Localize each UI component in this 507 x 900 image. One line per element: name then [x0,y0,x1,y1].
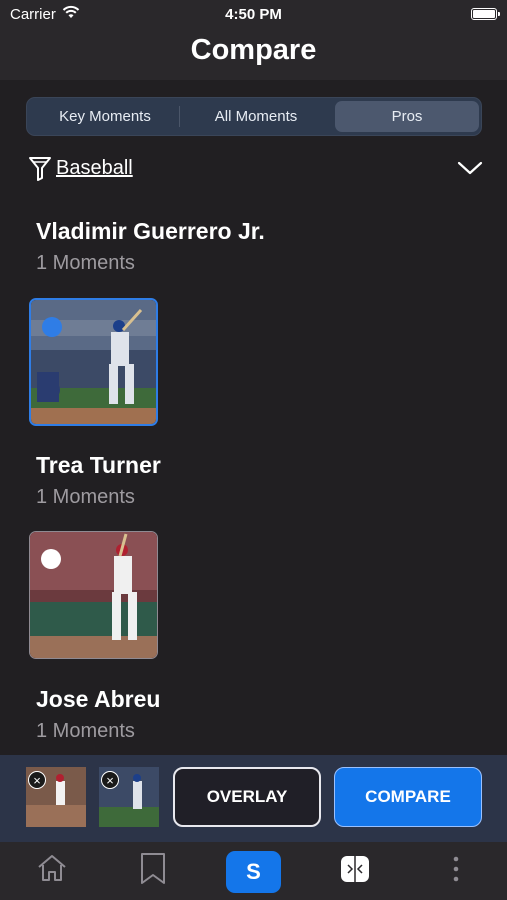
compare-tray: × × OVERLAY COMPARE [0,755,507,842]
player-name: Trea Turner [36,452,161,478]
home-icon[interactable] [36,852,68,884]
selection-indicator[interactable] [41,549,61,569]
chevron-down-icon[interactable] [457,160,483,176]
moment-thumbnail[interactable] [29,531,158,659]
swing-app-button[interactable]: S [226,851,281,893]
player-moment-count: 1 Moments [36,720,135,742]
remove-moment-button[interactable]: × [28,771,46,789]
selection-indicator[interactable] [42,317,62,337]
bookmark-icon[interactable] [139,852,167,886]
tab-pros[interactable]: Pros [335,101,479,132]
filter-icon[interactable] [28,156,52,182]
selected-moment-chip[interactable]: × [99,767,159,827]
clock: 4:50 PM [225,6,282,23]
segment-divider [179,106,180,127]
player-name: Vladimir Guerrero Jr. [36,218,265,244]
battery-icon [471,8,500,20]
more-icon[interactable] [449,854,463,884]
status-bar: Carrier 4:50 PM [0,0,507,28]
selected-moment-chip[interactable]: × [26,767,86,827]
tab-key-moments[interactable]: Key Moments [31,101,179,132]
compare-button[interactable]: COMPARE [334,767,482,827]
nav-header: Compare [0,28,507,80]
remove-moment-button[interactable]: × [101,771,119,789]
player-name: Jose Abreu [36,686,161,712]
sport-filter-link[interactable]: Baseball [56,157,133,180]
overlay-button[interactable]: OVERLAY [173,767,321,827]
moment-thumbnail[interactable] [29,298,158,426]
player-moment-count: 1 Moments [36,252,135,274]
tab-bar: S [0,842,507,900]
compare-icon[interactable] [339,853,371,885]
tab-all-moments[interactable]: All Moments [181,101,331,132]
moments-segmented-control: Key Moments All Moments Pros [26,97,482,136]
player-moment-count: 1 Moments [36,486,135,508]
page-title: Compare [190,34,317,66]
